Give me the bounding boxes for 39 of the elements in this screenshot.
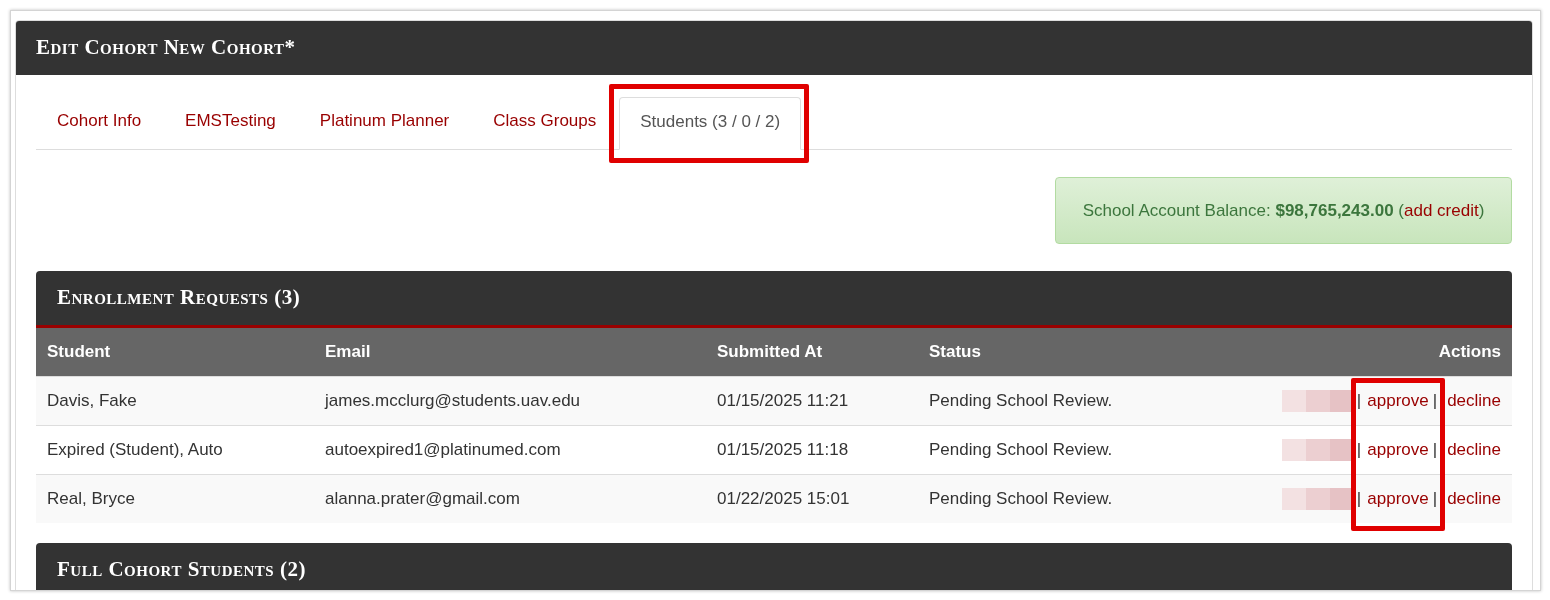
tab[interactable]: Class Groups	[472, 97, 618, 149]
column-header: Actions	[1437, 341, 1502, 364]
tab[interactable]: EMSTesting	[164, 97, 297, 149]
table-cell-text: Pending School Review.	[928, 439, 1114, 462]
approve-link[interactable]: approve	[1366, 437, 1430, 463]
separator-text: |	[1431, 439, 1439, 462]
approve-link[interactable]: approve	[1366, 388, 1430, 414]
table-cell-text: Pending School Review.	[928, 390, 1114, 413]
separator-text: |	[1355, 439, 1363, 462]
tab[interactable]: Platinum Planner	[298, 97, 471, 149]
table-cell-text: Pending School Review.	[928, 488, 1114, 511]
column-header: Student	[46, 341, 112, 364]
decline-link[interactable]: decline	[1447, 437, 1501, 463]
table-cell-text: james.mcclurg@students.uav.edu	[323, 390, 582, 413]
table-cell-text: 01/15/2025 11:21	[716, 390, 850, 413]
separator-text: |	[1431, 488, 1439, 511]
table-cell-text: alanna.prater@gmail.com	[324, 488, 521, 511]
table-cell-text: Davis, Fake	[46, 390, 138, 413]
panel-title: Enrollment Requests (3)	[57, 284, 301, 312]
column-header: Status	[928, 341, 982, 364]
panel-title: Full Cohort Students (2)	[57, 556, 306, 584]
balance-text: School Account Balance: $98,765,243.00 (add credit)	[1082, 199, 1485, 222]
tab[interactable]: Cohort Info	[36, 97, 163, 149]
table-cell-text: 01/15/2025 11:18	[716, 439, 850, 462]
approve-link[interactable]: approve	[1366, 486, 1430, 512]
table-cell-text: 01/22/2025 15:01	[716, 488, 851, 511]
table-cell-text: autoexpired1@platinumed.com	[324, 439, 562, 462]
column-header: Email	[324, 341, 372, 364]
decline-link[interactable]: decline	[1447, 388, 1501, 414]
decline-link[interactable]: decline	[1447, 486, 1501, 512]
separator-text: |	[1355, 488, 1363, 511]
separator-text: |	[1431, 390, 1439, 413]
add-credit-link[interactable]: add credit	[1404, 200, 1479, 220]
tab[interactable]: Students (3 / 0 / 2)	[619, 97, 802, 150]
page-title: Edit Cohort New Cohort*	[36, 34, 296, 62]
table-cell-text: Real, Bryce	[46, 488, 136, 511]
separator-text: |	[1355, 390, 1363, 413]
table-cell-text: Expired (Student), Auto	[46, 439, 224, 462]
column-header: Submitted At	[716, 341, 824, 364]
